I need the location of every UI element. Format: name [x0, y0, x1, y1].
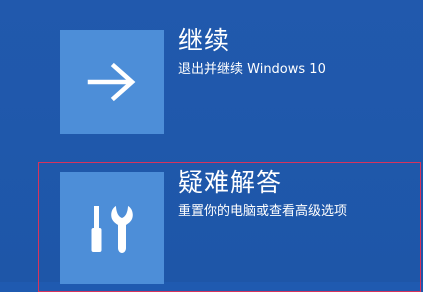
continue-title[interactable]: 继续 — [178, 26, 230, 56]
continue-option[interactable]: 继续 退出并继续 Windows 10 — [60, 20, 420, 134]
continue-subtitle: 退出并继续 Windows 10 — [178, 62, 326, 77]
selection-highlight-box — [38, 162, 421, 292]
arrow-right-icon — [87, 62, 136, 102]
continue-tile[interactable] — [60, 30, 164, 134]
recovery-options-screen: 继续 退出并继续 Windows 10 疑难解答 重置你的电脑或查看高级选项 — [0, 0, 423, 292]
